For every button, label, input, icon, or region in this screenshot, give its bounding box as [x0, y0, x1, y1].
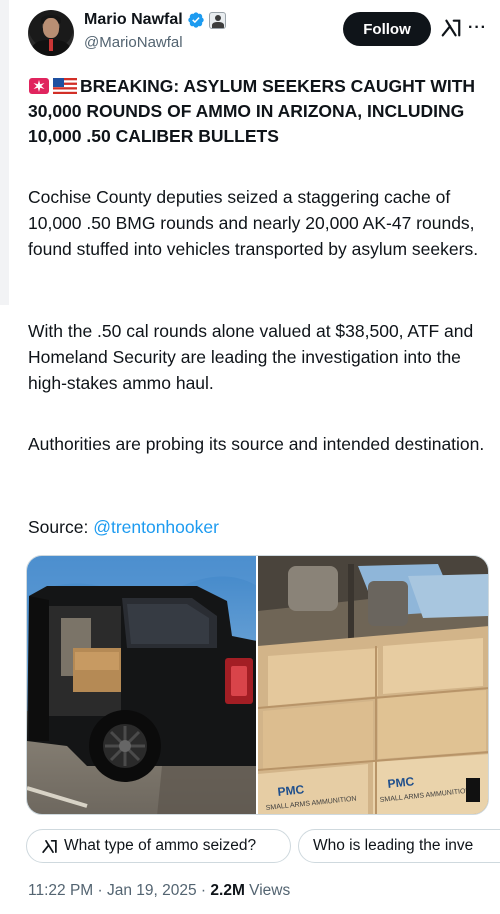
- source-label: Source:: [28, 517, 94, 537]
- tweet-header: Mario Nawfal @MarioNawfal Follow ···: [28, 8, 493, 58]
- author-display-name[interactable]: Mario Nawfal: [84, 11, 183, 29]
- suggestion-chip-label: What type of ammo seized?: [64, 837, 257, 854]
- ammo-box-brand-left: PMC: [277, 782, 305, 799]
- tweet-source-line: Source: @trentonhooker: [28, 514, 490, 540]
- grok-suggestions: What type of ammo seized? Who is leading…: [26, 829, 500, 863]
- left-divider: [0, 0, 9, 305]
- views-label: Views: [244, 882, 291, 899]
- media-grid: PMC PMC SMALL ARMS AMMUNITION SMALL ARMS…: [26, 555, 489, 815]
- grok-icon[interactable]: [440, 17, 462, 39]
- more-icon[interactable]: ···: [468, 20, 490, 36]
- verified-badge-icon: [188, 12, 204, 28]
- us-flag-emoji-icon: [53, 78, 77, 94]
- tweet-time[interactable]: 11:22 PM: [28, 882, 93, 899]
- tweet-meta: 11:22 PM · Jan 19, 2025 · 2.2M Views: [28, 882, 290, 900]
- suggestion-chip-2[interactable]: Who is leading the inve: [298, 829, 500, 863]
- suggestion-chip-label: Who is leading the inve: [313, 837, 474, 854]
- affiliate-badge-icon[interactable]: [208, 11, 226, 29]
- tweet-headline: BREAKING: ASYLUM SEEKERS CAUGHT WITH 30,…: [28, 74, 490, 149]
- media-image-ammo-boxes[interactable]: PMC PMC SMALL ARMS AMMUNITION SMALL ARMS…: [258, 556, 488, 814]
- meta-separator: ·: [93, 882, 107, 899]
- tweet-paragraph-3: Authorities are probing its source and i…: [28, 434, 485, 454]
- siren-emoji-icon: [29, 78, 49, 94]
- tweet-body: BREAKING: ASYLUM SEEKERS CAUGHT WITH 30,…: [28, 74, 490, 537]
- author-handle[interactable]: @MarioNawfal: [84, 34, 183, 51]
- media-image-suv[interactable]: [27, 556, 256, 814]
- views-count: 2.2M: [210, 882, 245, 899]
- ammo-box-brand-right: PMC: [387, 774, 415, 791]
- tweet-date[interactable]: Jan 19, 2025: [107, 882, 197, 899]
- avatar[interactable]: [28, 10, 74, 56]
- source-link[interactable]: @trentonhooker: [93, 517, 219, 537]
- meta-separator: ·: [196, 882, 211, 899]
- tweet-paragraph-2: With the .50 cal rounds alone valued at …: [28, 321, 474, 393]
- suggestion-chip-1[interactable]: What type of ammo seized?: [26, 829, 291, 863]
- follow-button[interactable]: Follow: [343, 12, 431, 46]
- grok-icon: [42, 839, 57, 853]
- author-name-row: Mario Nawfal: [84, 11, 226, 29]
- tweet-headline-text: BREAKING: ASYLUM SEEKERS CAUGHT WITH 30,…: [28, 76, 476, 146]
- tweet-paragraph-1: Cochise County deputies seized a stagger…: [28, 187, 479, 259]
